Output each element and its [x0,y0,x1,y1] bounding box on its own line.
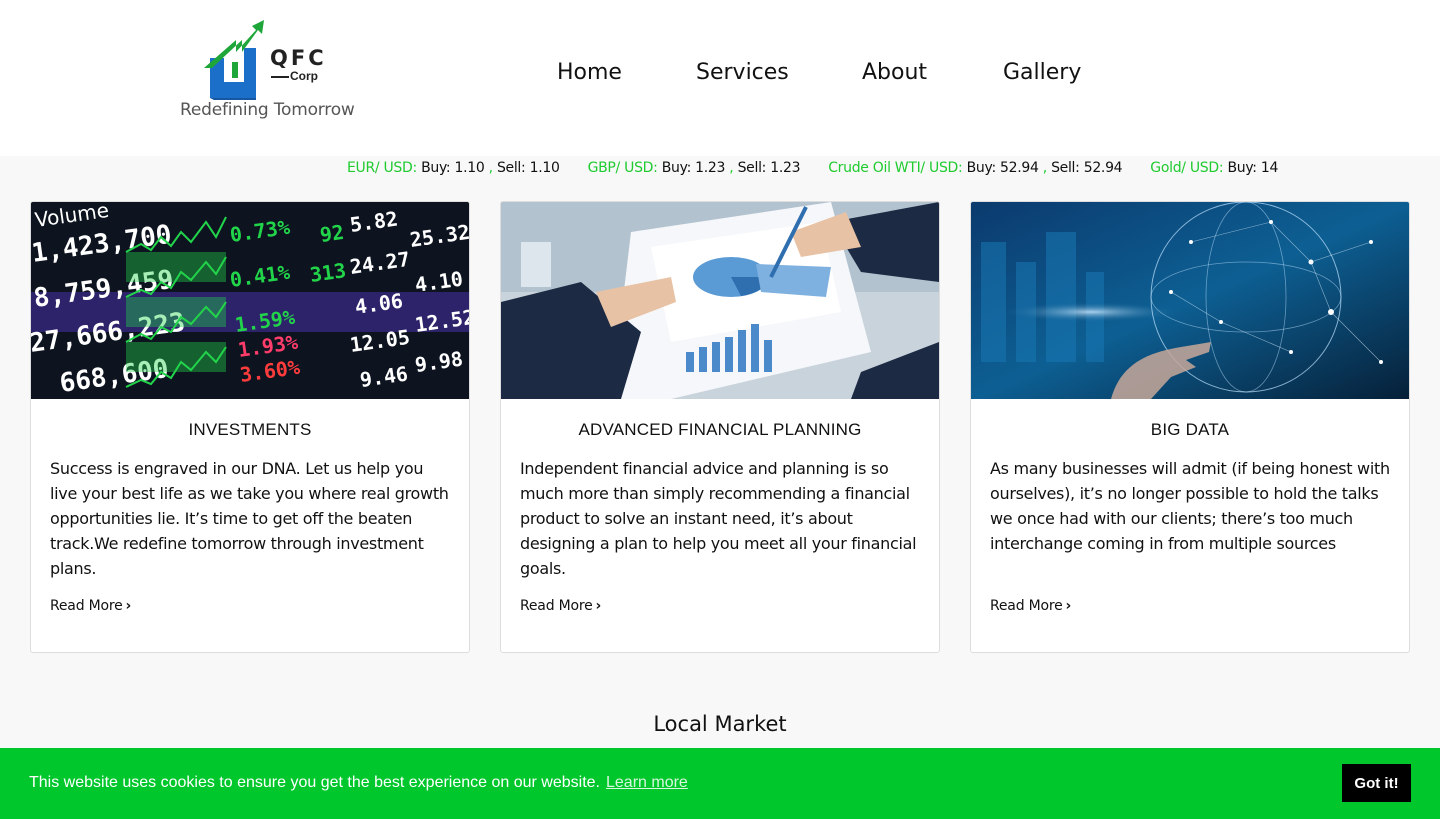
cookie-message-text: This website uses cookies to ensure you … [29,774,600,791]
ticker-separator: , [484,160,493,176]
ticker-sell: Sell: 1.10 [496,160,560,176]
card-title: BIG DATA [1150,420,1230,439]
ticker-pair: EUR/ USD: [347,160,417,176]
site-header: QFC Corp Redefining Tomorrow Home Servic… [0,0,1440,156]
card-title: ADVANCED FINANCIAL PLANNING [578,420,862,439]
nav-services-link[interactable]: Services [696,60,789,85]
ticker-pair: Crude Oil WTI/ USD: [828,160,963,176]
ticker-separator: , [1038,160,1047,176]
nav-gallery-link[interactable]: Gallery [1003,60,1081,85]
ticker-buy: Buy: 52.94 [966,160,1039,176]
main-nav: Home Services About Gallery [0,60,1440,94]
logo-tagline: Redefining Tomorrow [180,100,355,120]
ticker-sell: Sell: 52.94 [1051,160,1123,176]
ticker-sell: Sell: 1.23 [737,160,801,176]
learn-more-link[interactable]: Learn more [606,774,688,791]
financial-charts-meeting-image [501,202,939,399]
ticker-item: GBP/ USD: Buy: 1.23 , Sell: 1.23 [588,156,801,180]
ticker-separator: , [725,160,734,176]
ticker-item: EUR/ USD: Buy: 1.10 , Sell: 1.10 [347,156,560,180]
cookie-banner: This website uses cookies to ensure you … [0,748,1440,819]
ticker-item: Crude Oil WTI/ USD: Buy: 52.94 , Sell: 5… [828,156,1122,180]
financial-meeting-graphic [501,202,939,399]
cookie-accept-button[interactable]: Got it! [1342,764,1411,802]
nav-home-link[interactable]: Home [557,60,622,85]
read-more-label: Read More [50,598,123,614]
read-more-label: Read More [990,598,1063,614]
read-more-link[interactable]: Read More › [990,598,1071,614]
currency-ticker: EUR/ USD: Buy: 1.10 , Sell: 1.10 GBP/ US… [347,156,1290,182]
card-description: Independent financial advice and plannin… [520,459,917,578]
card-description: As many businesses will admit (if being … [990,459,1390,553]
ticker-item: Gold/ USD: Buy: 14 [1150,156,1278,180]
local-market-heading: Local Market [653,712,787,736]
ticker-buy: Buy: 14 [1227,160,1279,176]
service-card-big-data: BIG DATA As many businesses will admit (… [970,201,1410,653]
ticker-pair: GBP/ USD: [587,160,658,176]
read-more-label: Read More [520,598,593,614]
cookie-message: This website uses cookies to ensure you … [29,774,688,792]
service-card-financial-planning: ADVANCED FINANCIAL PLANNING Independent … [500,201,940,653]
service-card-investments: 1,423,700 8,759,459 27,666,223 668,600 V… [30,201,470,653]
chevron-right-icon: › [595,598,602,614]
nav-about-link[interactable]: About [862,60,927,85]
card-title: INVESTMENTS [188,420,312,439]
stock-board-graphic: 1,423,700 8,759,459 27,666,223 668,600 V… [31,202,469,399]
chevron-right-icon: › [1065,598,1072,614]
chevron-right-icon: › [125,598,132,614]
card-description: Success is engraved in our DNA. Let us h… [50,459,449,578]
stock-market-board-image: 1,423,700 8,759,459 27,666,223 668,600 V… [31,202,469,399]
ticker-buy: Buy: 1.10 [421,160,485,176]
digital-globe-graphic [971,202,1409,399]
svg-text:313: 313 [308,258,347,287]
ticker-buy: Buy: 1.23 [661,160,726,176]
read-more-link[interactable]: Read More › [50,598,131,614]
read-more-link[interactable]: Read More › [520,598,601,614]
digital-globe-network-image [971,202,1409,399]
ticker-pair: Gold/ USD: [1150,160,1224,176]
svg-text:92: 92 [318,220,345,247]
